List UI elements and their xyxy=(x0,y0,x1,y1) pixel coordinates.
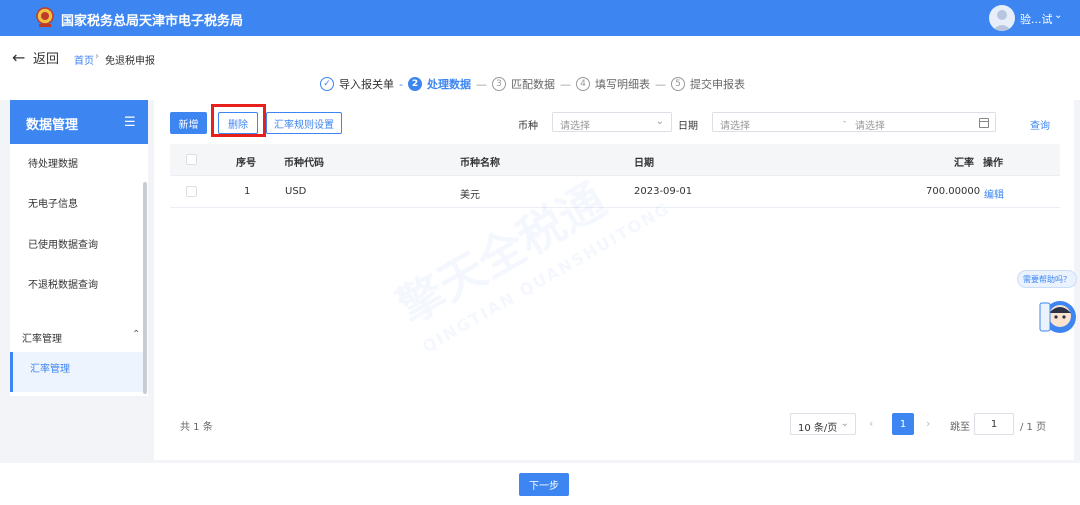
query-button[interactable]: 查询 xyxy=(1030,117,1050,132)
menu-collapse-icon[interactable]: ☰ xyxy=(124,115,136,130)
sidebar-item-label: 汇率管理 xyxy=(30,364,70,375)
step-number: 5 xyxy=(670,77,685,91)
sidebar-item-no-electronic[interactable]: 无电子信息 xyxy=(28,195,78,210)
back-button[interactable]: 返回 xyxy=(33,48,59,67)
chevron-down-icon[interactable]: ⌄ xyxy=(1054,10,1062,21)
header-rate: 汇率 xyxy=(954,158,974,169)
step-label: 填写明细表 xyxy=(594,78,650,91)
sidebar-header: 数据管理 ☰ xyxy=(10,100,148,144)
date-end-placeholder: 请选择 xyxy=(855,121,885,132)
step-number: 2 xyxy=(407,77,422,91)
chevron-down-icon: ⌄ xyxy=(655,116,664,127)
sidebar-item-exchange-rate[interactable]: 汇率管理 xyxy=(10,352,144,392)
step-label: 匹配数据 xyxy=(510,78,555,91)
header-action: 操作 xyxy=(983,158,1003,169)
sidebar-group-exchange[interactable]: 汇率管理 xyxy=(22,330,62,345)
chevron-right-icon[interactable]: › xyxy=(926,417,930,430)
row-name: 美元 xyxy=(460,190,480,201)
currency-label: 币种 xyxy=(518,121,538,132)
calendar-icon xyxy=(979,118,989,128)
row-date: 2023-09-01 xyxy=(634,186,693,197)
next-step-button[interactable]: 下一步 xyxy=(519,473,569,496)
chevron-down-icon: ⌄ xyxy=(840,418,849,429)
step-connector: - xyxy=(399,77,403,91)
sidebar: 数据管理 ☰ 待处理数据 无电子信息 已使用数据查询 不退税数据查询 汇率管理 … xyxy=(10,100,148,396)
chevron-up-icon[interactable]: ⌃ xyxy=(132,329,140,340)
sidebar-item-used-query[interactable]: 已使用数据查询 xyxy=(28,236,98,251)
total-count: 共 1 条 xyxy=(180,422,213,433)
step-5: 5 提交申报表 xyxy=(670,76,745,92)
row-checkbox[interactable] xyxy=(186,186,197,197)
date-separator: - xyxy=(843,117,847,127)
breadcrumb-separator: › xyxy=(95,51,99,62)
step-number: 4 xyxy=(575,77,590,91)
check-icon: ✓ xyxy=(320,77,334,91)
main-panel: 新增 删除 汇率规则设置 币种 请选择 ⌄ 日期 请选择 - 请选择 查询 序号… xyxy=(154,100,1074,460)
watermark-sub: QINGTIAN QUANSHUITONG xyxy=(419,198,674,357)
step-3: 3 匹配数据 xyxy=(491,76,555,92)
highlight-annotation xyxy=(211,104,266,137)
sidebar-item-pending[interactable]: 待处理数据 xyxy=(28,155,78,170)
date-range-picker[interactable]: 请选择 - 请选择 xyxy=(712,112,996,132)
step-1: ✓ 导入报关单 xyxy=(320,76,394,92)
table-header: 序号 币种代码 币种名称 日期 汇率 操作 xyxy=(170,144,1060,176)
step-label: 处理数据 xyxy=(426,78,471,91)
total-pages: / 1 页 xyxy=(1020,422,1047,433)
step-connector: — xyxy=(475,77,487,91)
date-start-placeholder: 请选择 xyxy=(720,121,750,132)
jump-input[interactable]: 1 xyxy=(974,413,1014,435)
currency-select[interactable]: 请选择 ⌄ xyxy=(552,112,672,132)
page-size-value: 10 条/页 xyxy=(798,423,838,434)
user-name[interactable]: 验...试 xyxy=(1020,11,1053,27)
currency-placeholder: 请选择 xyxy=(560,121,590,132)
step-label: 提交申报表 xyxy=(689,78,745,91)
help-bubble[interactable]: 需要帮助吗？ xyxy=(1017,270,1077,288)
table-row: 1 USD 美元 2023-09-01 700.00000 编辑 xyxy=(170,176,1060,208)
bottom-bar: 下一步 xyxy=(0,463,1080,505)
sub-header: ← 返回 首页 › 免退税申报 ✓ 导入报关单 - 2 处理数据 — 3 匹配数… xyxy=(0,36,1080,100)
breadcrumb-current: 免退税申报 xyxy=(105,56,155,67)
back-arrow-icon[interactable]: ← xyxy=(12,48,25,67)
sidebar-scrollbar[interactable] xyxy=(143,182,147,394)
exchange-rule-button[interactable]: 汇率规则设置 xyxy=(266,112,342,134)
row-rate: 700.00000 xyxy=(926,186,981,197)
step-progress: ✓ 导入报关单 - 2 处理数据 — 3 匹配数据 — 4 填写明细表 — 5 … xyxy=(320,76,745,92)
header-date: 日期 xyxy=(634,158,654,169)
step-label: 导入报关单 xyxy=(339,78,394,91)
header-code: 币种代码 xyxy=(284,158,324,169)
step-number: 3 xyxy=(491,77,506,91)
sidebar-title: 数据管理 xyxy=(26,118,79,133)
select-all-checkbox[interactable] xyxy=(186,154,197,165)
header-index: 序号 xyxy=(236,158,256,169)
chevron-left-icon[interactable]: ‹ xyxy=(869,417,873,430)
top-header: 国家税务总局天津市电子税务局 验...试 ⌄ xyxy=(0,0,1080,36)
step-connector: — xyxy=(654,77,666,91)
step-4: 4 填写明细表 xyxy=(575,76,650,92)
add-button[interactable]: 新增 xyxy=(170,112,207,134)
breadcrumb-home[interactable]: 首页 xyxy=(74,52,94,67)
site-title: 国家税务总局天津市电子税务局 xyxy=(61,14,244,29)
date-label: 日期 xyxy=(678,121,698,132)
help-robot-icon[interactable] xyxy=(1038,297,1078,337)
jump-label: 跳至 xyxy=(950,422,970,433)
header-name: 币种名称 xyxy=(460,158,500,169)
user-avatar-icon[interactable] xyxy=(989,5,1015,31)
tax-emblem-icon xyxy=(36,7,54,27)
step-connector: — xyxy=(559,77,571,91)
row-index: 1 xyxy=(244,186,251,197)
step-2: 2 处理数据 xyxy=(407,76,471,92)
row-code: USD xyxy=(285,186,307,197)
page-size-select[interactable]: 10 条/页 ⌄ xyxy=(790,413,856,435)
page-number[interactable]: 1 xyxy=(892,413,914,435)
edit-link[interactable]: 编辑 xyxy=(984,186,1004,201)
sidebar-item-no-refund-query[interactable]: 不退税数据查询 xyxy=(28,276,98,291)
